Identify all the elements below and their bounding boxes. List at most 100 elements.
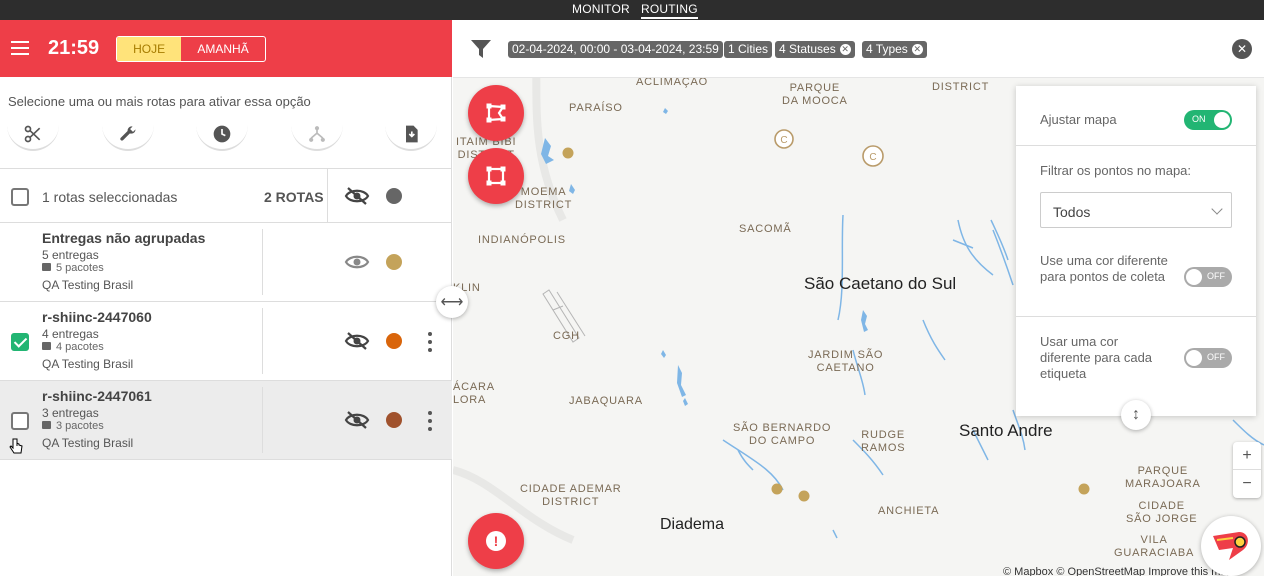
route-name: r-shiinc-2447060 [42, 309, 152, 325]
split-route-button[interactable] [7, 118, 59, 151]
divider [1016, 316, 1256, 317]
route-color-dot[interactable] [386, 254, 402, 270]
settings-resize-handle[interactable]: ↕ [1121, 400, 1151, 430]
map-label-alcacara: ÁCARA LORA [453, 381, 495, 406]
map-label-parque-marajoara: PARQUE MARAJOARA [1125, 465, 1201, 490]
alert-button[interactable]: ! [468, 513, 524, 569]
alert-glyph: ! [493, 533, 499, 549]
chip-label: 4 Statuses [779, 42, 836, 56]
route-color-dot[interactable] [386, 412, 402, 428]
cursor-hand-icon [9, 438, 23, 454]
hidden-icon[interactable] [344, 410, 370, 430]
draw-polygon-button[interactable] [468, 85, 524, 141]
settings-route-button[interactable] [102, 118, 154, 151]
map-label-jabaquara: JABAQUARA [569, 395, 643, 407]
chevron-down-icon [1211, 203, 1223, 215]
map-label-anchieta: ANCHIETA [878, 505, 940, 517]
chip-close-icon[interactable]: ✕ [911, 44, 923, 55]
schedule-route-button[interactable] [196, 118, 248, 151]
filter-bar: 02-04-2024, 00:00 - 03-04-2024, 23:59 1 … [453, 20, 1264, 78]
app-logo[interactable] [1201, 516, 1261, 576]
divider [262, 387, 263, 453]
brand-logo-icon [1213, 532, 1248, 560]
chip-close-icon[interactable]: ✕ [839, 44, 851, 55]
optimize-route-button[interactable] [291, 118, 343, 151]
map-attribution[interactable]: © Mapbox © OpenStreetMap Improve this ma… [1003, 566, 1233, 576]
chip-label: 4 Types [866, 42, 908, 56]
top-navigation: MONITOR ROUTING [0, 0, 1264, 20]
alert-icon: ! [486, 531, 506, 551]
map-settings-panel: Ajustar mapa ON Filtrar os pontos no map… [1016, 86, 1256, 416]
filter-points-select[interactable]: Todos [1040, 192, 1232, 228]
toggle-knob [1186, 269, 1202, 285]
route-packages: 3 pacotes [42, 420, 104, 432]
route-color-dot[interactable] [386, 333, 402, 349]
menu-icon[interactable] [11, 41, 29, 55]
hidden-icon[interactable] [344, 331, 370, 351]
draw-rectangle-button[interactable] [468, 148, 524, 204]
map-label-sao-caetano: São Caetano do Sul [804, 274, 957, 293]
filter-icon[interactable] [471, 40, 491, 58]
divider [327, 169, 328, 223]
toggle-state: OFF [1207, 271, 1225, 281]
filter-chip-date[interactable]: 02-04-2024, 00:00 - 03-04-2024, 23:59 [508, 41, 723, 58]
map-label-rudge-ramos: RUDGE RAMOS [861, 429, 906, 454]
color-dot[interactable] [386, 188, 402, 204]
divider [1016, 145, 1256, 146]
adjust-map-toggle[interactable]: ON [1184, 110, 1232, 130]
route-deliveries: 5 entregas [42, 248, 99, 262]
package-icon [42, 421, 51, 429]
more-options-icon[interactable] [428, 411, 432, 431]
clock-icon [213, 125, 231, 142]
route-packages: 4 pacotes [42, 341, 104, 353]
tomorrow-button[interactable]: AMANHÃ [181, 37, 265, 61]
route-checkbox[interactable] [11, 412, 29, 430]
chip-label: 1 Cities [728, 42, 769, 56]
map-label-diadema: Diadema [660, 516, 725, 533]
zoom-out-button[interactable]: − [1233, 470, 1261, 498]
toggle-state: OFF [1207, 352, 1225, 362]
filter-chip-types[interactable]: 4 Types ✕ [862, 41, 927, 58]
select-all-checkbox[interactable] [11, 188, 29, 206]
toggle-state: ON [1192, 114, 1206, 124]
map-label-sao-bernardo: SÃO BERNARDO DO CAMPO [733, 422, 832, 447]
download-route-button[interactable] [385, 118, 437, 151]
tab-monitor[interactable]: MONITOR [572, 2, 630, 16]
route-company: QA Testing Brasil [42, 278, 134, 292]
route-icon [309, 125, 325, 142]
selection-row: 1 rotas seleccionadas 2 ROTAS [0, 168, 452, 223]
hide-all-icon[interactable] [344, 186, 370, 206]
divider [262, 308, 263, 374]
collect-color-toggle[interactable]: OFF [1184, 267, 1232, 287]
route-row[interactable]: Entregas não agrupadas 5 entregas 5 paco… [0, 223, 452, 302]
day-toggle: HOJE AMANHÃ [116, 36, 266, 62]
zoom-in-button[interactable]: + [1233, 442, 1261, 470]
clear-filters-close-icon[interactable]: ✕ [1232, 39, 1252, 59]
route-row[interactable]: r-shiinc-2447060 4 entregas 4 pacotes QA… [0, 302, 452, 381]
selection-hint: Selecione uma ou mais rotas para ativar … [8, 94, 311, 109]
route-checkbox[interactable] [11, 333, 29, 351]
map-label-paraiso: PARAÍSO [569, 102, 623, 114]
collect-color-label: Use uma cor diferente para pontos de col… [1040, 253, 1168, 284]
route-company: QA Testing Brasil [42, 357, 134, 371]
route-name: r-shiinc-2447061 [42, 388, 152, 404]
rectangle-select-icon [486, 166, 506, 186]
tag-color-toggle[interactable]: OFF [1184, 348, 1232, 368]
package-icon [42, 342, 51, 350]
visibility-icon[interactable] [344, 252, 370, 272]
map-label-cidade-sao-jorge: CIDADE SÃO JORGE [1126, 500, 1198, 525]
map-label-cidade-ademar: CIDADE ADEMAR DISTRICT [520, 483, 622, 508]
filter-chip-statuses[interactable]: 4 Statuses ✕ [775, 41, 855, 58]
route-row[interactable]: r-shiinc-2447061 3 entregas 3 pacotes QA… [0, 381, 452, 460]
map-area[interactable]: C C ACLIMAÇÃO PARQUE DA MOOCA DISTRICT P… [453, 20, 1264, 576]
route-packages-text: 3 pacotes [56, 420, 104, 432]
zoom-control: + − [1233, 442, 1261, 498]
routes-panel: 21:59 HOJE AMANHÃ Selecione uma ou mais … [0, 20, 452, 576]
today-button[interactable]: HOJE [117, 37, 182, 61]
more-options-icon[interactable] [428, 332, 432, 352]
filter-chip-cities[interactable]: 1 Cities [724, 41, 773, 58]
chip-label: 02-04-2024, 00:00 - 03-04-2024, 23:59 [512, 42, 719, 56]
download-icon [406, 125, 418, 142]
tab-routing[interactable]: ROUTING [641, 2, 698, 19]
panel-resize-handle[interactable]: ⟷ [436, 286, 468, 318]
